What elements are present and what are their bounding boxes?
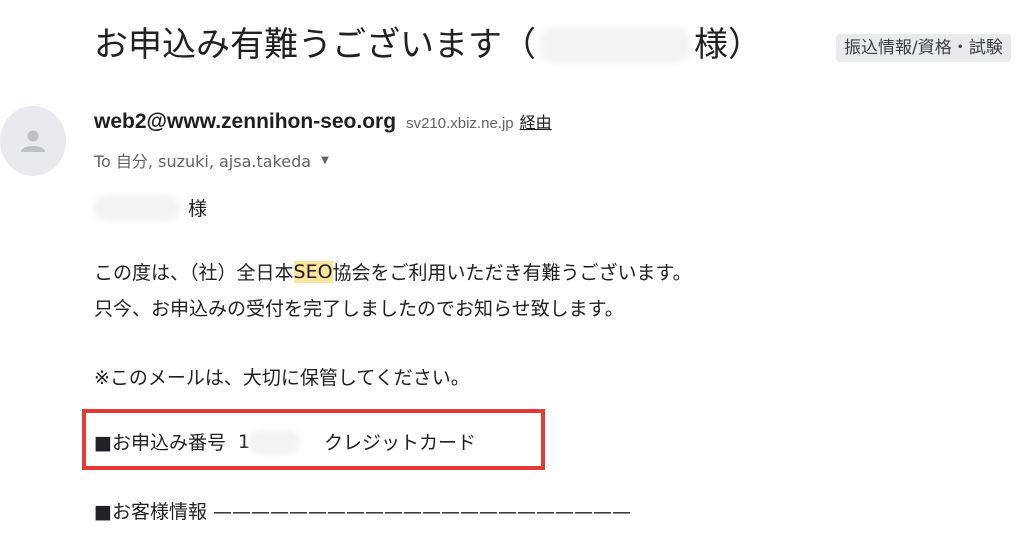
person-icon <box>21 130 45 152</box>
recipients-text: To 自分, suzuki, ajsa.takeda <box>94 152 312 171</box>
email-subject: お申込み有難うございます（ 様） <box>94 22 762 68</box>
caret-down-icon[interactable]: ▼ <box>321 155 329 166</box>
via-link[interactable]: 経由 <box>520 109 552 133</box>
sender-email[interactable]: web2@www.zennihon-seo.org <box>94 110 396 134</box>
search-highlight: SEO <box>293 260 333 283</box>
redacted-name <box>94 194 180 221</box>
application-number-line: ■お申込み番号 1 クレジットカード <box>94 428 476 455</box>
sender-via-host: sv210.xbiz.ne.jp <box>406 115 514 132</box>
sender-line: web2@www.zennihon-seo.org sv210.xbiz.ne.… <box>94 109 552 134</box>
body-line-3: ※このメールは、大切に保管してください。 <box>94 367 470 389</box>
label-chip[interactable]: 振込情報/資格・試験 <box>836 34 1011 62</box>
application-label: ■お申込み番号 <box>94 432 226 454</box>
body-line-2: 只今、お申込みの受付を完了しましたのでお知らせ致します。 <box>94 298 624 320</box>
subject-prefix: お申込み有難うございます（ <box>94 25 536 65</box>
body-line-1: この度は、（社）全日本 SEO 協会をご利用いただき有難うございます。 <box>94 258 692 285</box>
line1-text-pre: この度は、（社）全日本 <box>94 262 294 284</box>
sender-avatar[interactable] <box>0 106 66 176</box>
redacted-number <box>248 429 301 454</box>
line1-text-post: 協会をご利用いただき有難うございます。 <box>332 262 692 284</box>
redacted-name <box>540 27 690 63</box>
salutation: 様 <box>94 194 207 221</box>
recipients-toggle[interactable]: To 自分, suzuki, ajsa.takeda ▼ <box>94 148 329 172</box>
salutation-suffix: 様 <box>188 198 208 220</box>
customer-info-heading: ■お客様情報 —————————————————————— <box>94 501 631 523</box>
payment-method: クレジットカード <box>324 432 477 454</box>
subject-suffix: 様） <box>694 25 762 65</box>
